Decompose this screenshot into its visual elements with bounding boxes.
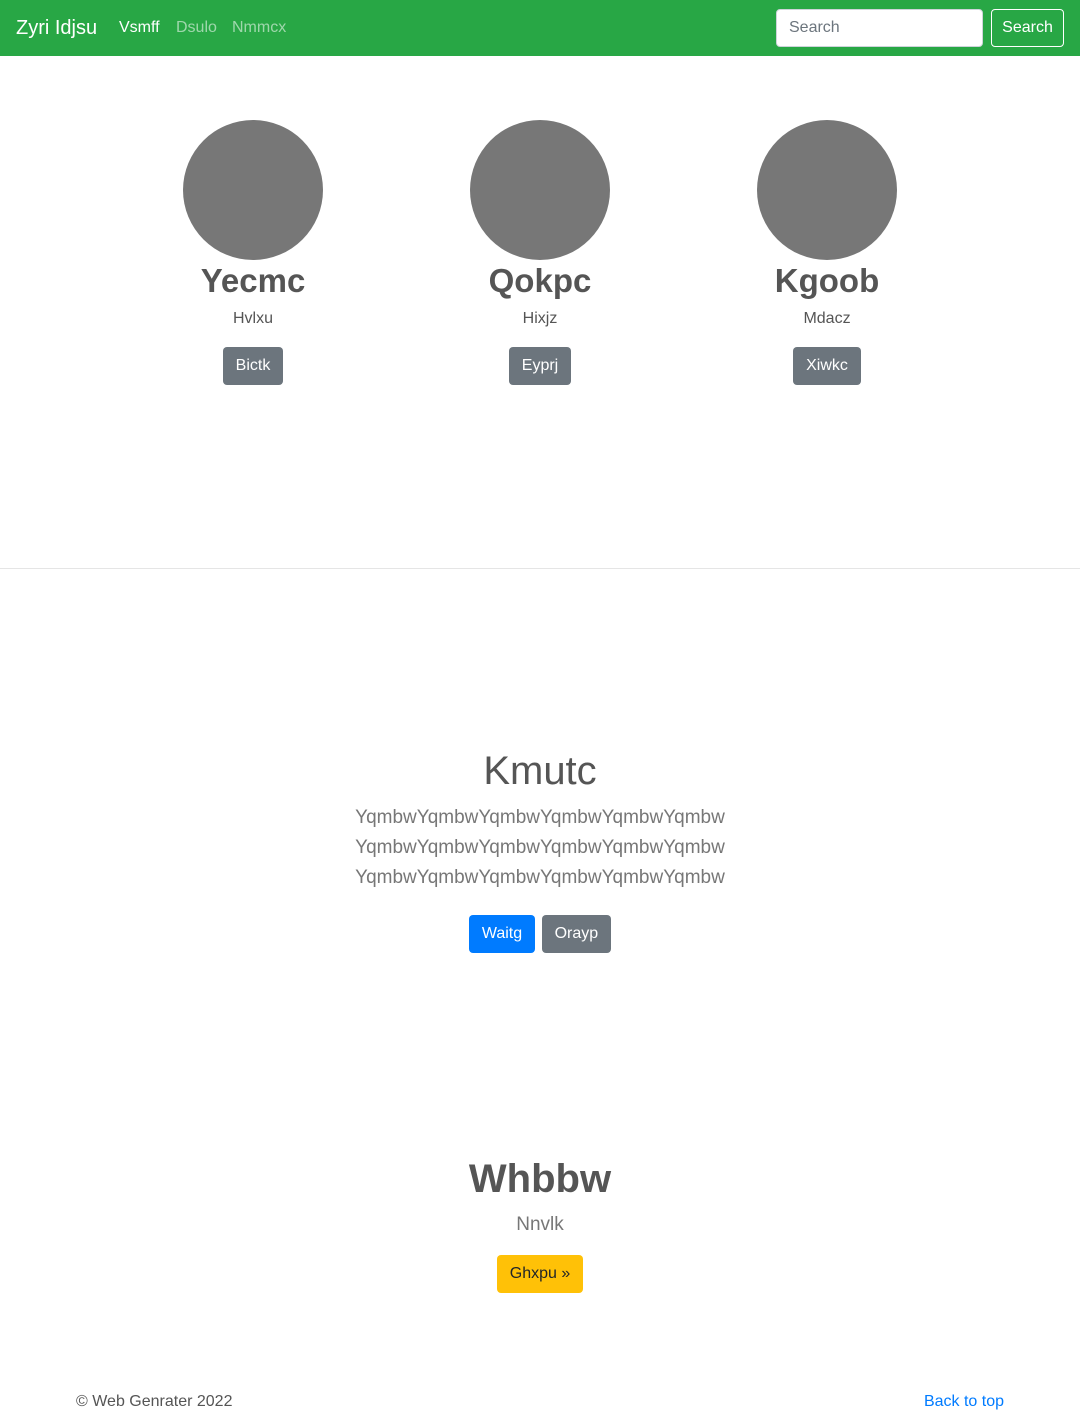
navbar: Zyri Idjsu Vsmff Dsulo Nmmcx Search xyxy=(0,0,1080,56)
hero-section: Kmutc YqmbwYqmbwYqmbwYqmbwYqmbwYqmbw Yqm… xyxy=(0,745,1080,953)
profile-subtitle: Mdacz xyxy=(803,310,851,327)
feature-button[interactable]: Ghxpu » xyxy=(496,1255,584,1293)
nav-link-nmmcx[interactable]: Nmmcx xyxy=(232,17,286,39)
avatar xyxy=(470,120,610,260)
profile-button[interactable]: Xiwkc xyxy=(793,347,861,385)
hero-title: Kmutc xyxy=(483,749,597,793)
section-divider xyxy=(0,568,1080,569)
feature-title: Whbbw xyxy=(468,1157,612,1201)
profile-subtitle: Hixjz xyxy=(522,310,558,327)
profile-button[interactable]: Eyprj xyxy=(508,347,572,385)
feature-section: Whbbw Nnvlk Ghxpu » xyxy=(0,1154,1080,1293)
hero-secondary-button[interactable]: Orayp xyxy=(541,915,612,953)
profile-card-3: Kgoob Mdacz Xiwkc xyxy=(707,120,947,385)
profile-name: Qokpc xyxy=(488,262,592,299)
profile-card-1: Yecmc Hvlxu Bictk xyxy=(133,120,373,385)
profile-card-2: Qokpc Hixjz Eyprj xyxy=(420,120,660,385)
avatar xyxy=(183,120,323,260)
hero-buttons: Waitg Orayp xyxy=(0,915,1080,953)
search-input[interactable] xyxy=(776,9,983,47)
profile-name: Kgoob xyxy=(774,262,880,299)
profile-subtitle: Hvlxu xyxy=(232,310,273,327)
hero-text: YqmbwYqmbwYqmbwYqmbwYqmbwYqmbw YqmbwYqmb… xyxy=(0,803,1080,893)
feature-subtitle: Nnvlk xyxy=(516,1214,564,1235)
profile-button[interactable]: Bictk xyxy=(222,347,284,385)
hero-primary-button[interactable]: Waitg xyxy=(468,915,536,953)
footer-copyright: © Web Genrater 2022 xyxy=(76,1393,233,1410)
hero-text-line: YqmbwYqmbwYqmbwYqmbwYqmbwYqmbw xyxy=(355,807,725,828)
back-to-top-link[interactable]: Back to top xyxy=(924,1391,1004,1413)
avatar xyxy=(757,120,897,260)
hero-text-line: YqmbwYqmbwYqmbwYqmbwYqmbwYqmbw xyxy=(355,867,725,888)
hero-text-line: YqmbwYqmbwYqmbwYqmbwYqmbwYqmbw xyxy=(355,837,725,858)
nav-link-vsmff[interactable]: Vsmff xyxy=(119,17,160,39)
brand-link[interactable]: Zyri Idjsu xyxy=(16,14,97,42)
nav-link-dsulo[interactable]: Dsulo xyxy=(176,17,217,39)
profile-name: Yecmc xyxy=(200,262,306,299)
search-button[interactable]: Search xyxy=(991,9,1064,47)
